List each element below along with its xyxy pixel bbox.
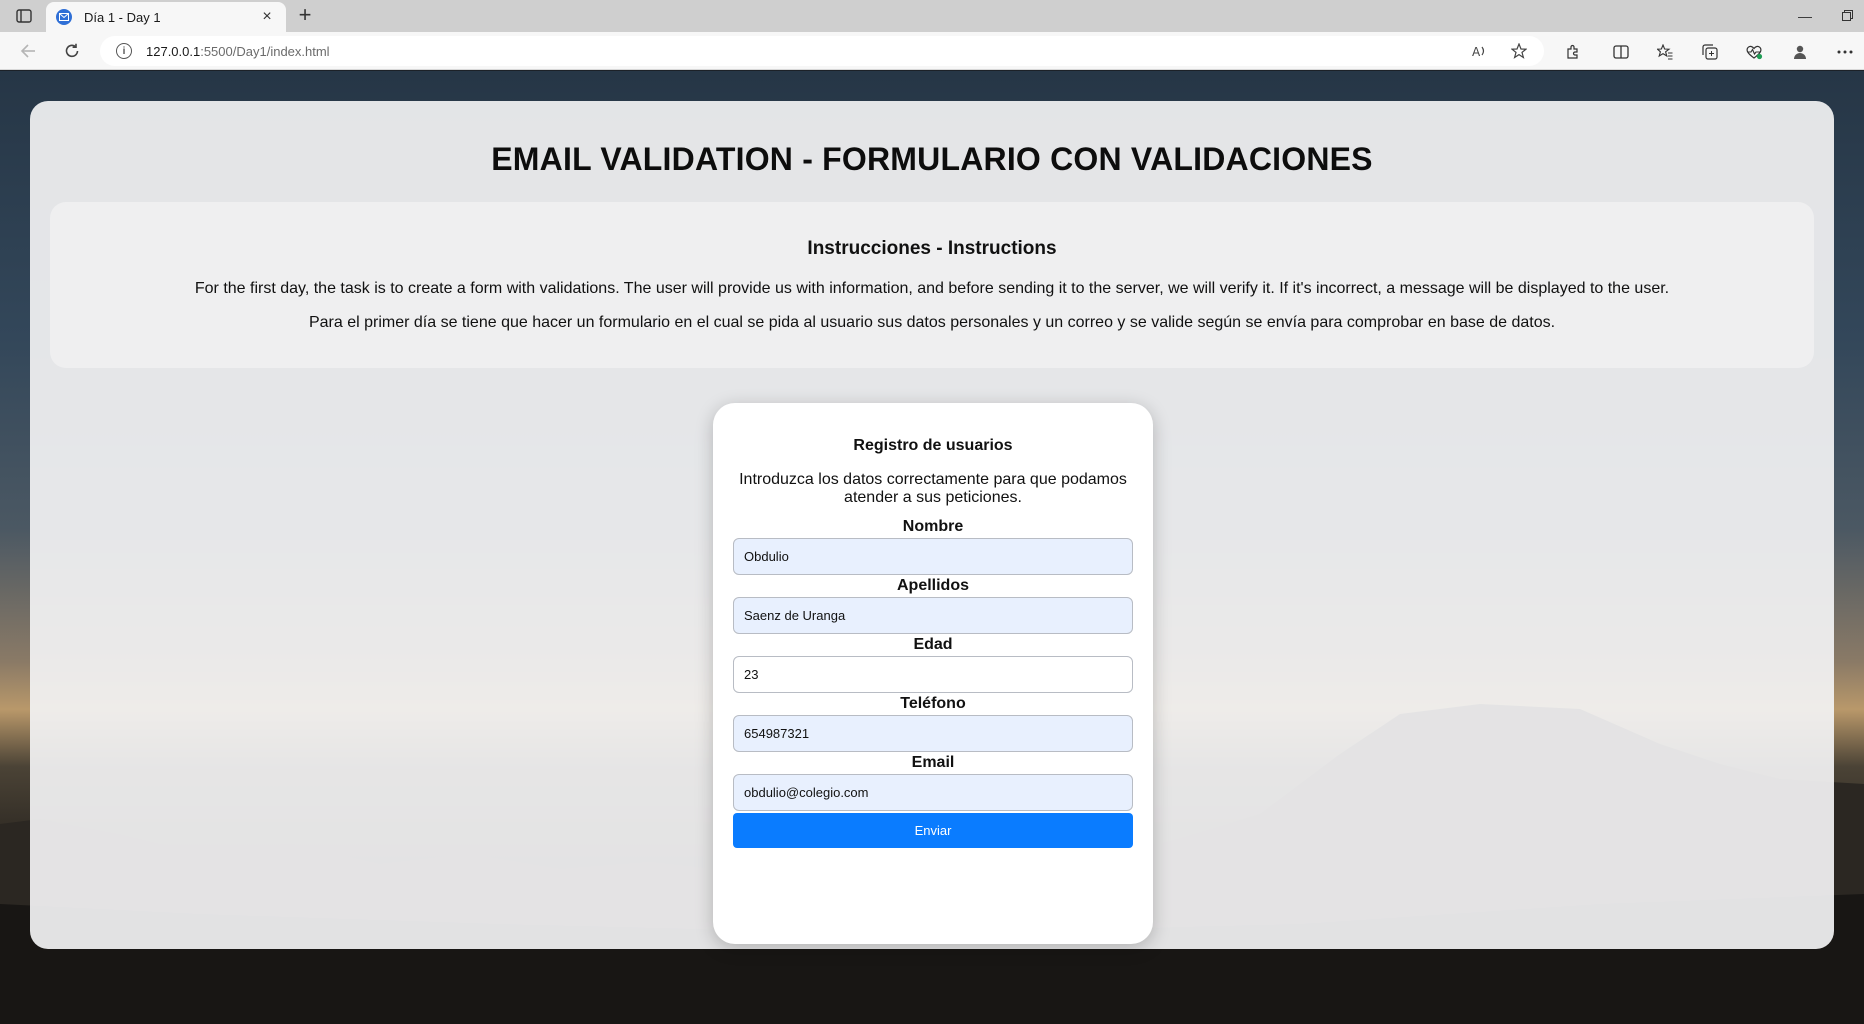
edad-input[interactable] bbox=[733, 656, 1133, 693]
tab-actions-icon[interactable] bbox=[10, 5, 38, 27]
registration-form: Registro de usuarios Introduzca los dato… bbox=[713, 403, 1153, 944]
telefono-label: Teléfono bbox=[900, 695, 966, 712]
page-title: EMAIL VALIDATION - FORMULARIO CON VALIDA… bbox=[491, 141, 1373, 177]
form-title: Registro de usuarios bbox=[853, 437, 1013, 454]
back-icon[interactable] bbox=[16, 40, 40, 62]
instructions-spanish: Para el primer día se tiene que hacer un… bbox=[308, 314, 1556, 331]
svg-text:A: A bbox=[1472, 45, 1481, 58]
apellidos-label: Apellidos bbox=[896, 577, 969, 594]
site-info-icon[interactable]: i bbox=[116, 43, 132, 59]
tab-bar: Día 1 - Day 1 × + — bbox=[0, 0, 1864, 32]
address-bar: i 127.0.0.1:5500/Day1/index.html A bbox=[0, 32, 1864, 70]
tab-close-icon[interactable]: × bbox=[258, 8, 276, 26]
browser-essentials-icon[interactable] bbox=[1743, 42, 1765, 62]
profile-icon[interactable] bbox=[1789, 42, 1811, 62]
restore-icon[interactable] bbox=[1836, 5, 1858, 27]
nombre-label: Nombre bbox=[902, 518, 964, 535]
more-options-icon[interactable] bbox=[1834, 42, 1856, 62]
url-host: 127.0.0.1 bbox=[146, 43, 201, 59]
main-card: EMAIL VALIDATION - FORMULARIO CON VALIDA… bbox=[30, 101, 1834, 949]
instructions-english: For the first day, the task is to create… bbox=[194, 280, 1670, 297]
split-screen-icon[interactable] bbox=[1610, 42, 1632, 62]
email-input[interactable] bbox=[733, 774, 1133, 811]
email-label: Email bbox=[911, 754, 955, 771]
minimize-icon[interactable]: — bbox=[1794, 5, 1816, 27]
read-aloud-icon[interactable]: A bbox=[1466, 36, 1494, 66]
tab-title: Día 1 - Day 1 bbox=[84, 9, 161, 25]
instructions-title: Instrucciones - Instructions bbox=[807, 238, 1057, 259]
apellidos-input[interactable] bbox=[733, 597, 1133, 634]
collections-icon[interactable] bbox=[1699, 42, 1721, 62]
browser-tab[interactable]: Día 1 - Day 1 × bbox=[46, 2, 286, 32]
edad-label: Edad bbox=[913, 636, 953, 653]
reload-icon[interactable] bbox=[60, 40, 84, 62]
url-field[interactable]: i 127.0.0.1:5500/Day1/index.html bbox=[100, 36, 1544, 66]
nombre-input[interactable] bbox=[733, 538, 1133, 575]
favorite-star-icon[interactable] bbox=[1505, 36, 1533, 66]
new-tab-button[interactable]: + bbox=[292, 4, 318, 28]
extensions-icon[interactable] bbox=[1562, 42, 1584, 62]
url-path: :5500/Day1/index.html bbox=[200, 43, 330, 59]
page-viewport: EMAIL VALIDATION - FORMULARIO CON VALIDA… bbox=[0, 71, 1864, 1024]
submit-button[interactable]: Enviar bbox=[733, 813, 1133, 848]
mail-icon bbox=[56, 9, 72, 25]
form-description: Introduzca los datos correctamente para … bbox=[739, 471, 1127, 506]
favorites-icon[interactable] bbox=[1654, 42, 1676, 62]
instructions-panel: Instrucciones - Instructions For the fir… bbox=[50, 202, 1814, 368]
telefono-input[interactable] bbox=[733, 715, 1133, 752]
